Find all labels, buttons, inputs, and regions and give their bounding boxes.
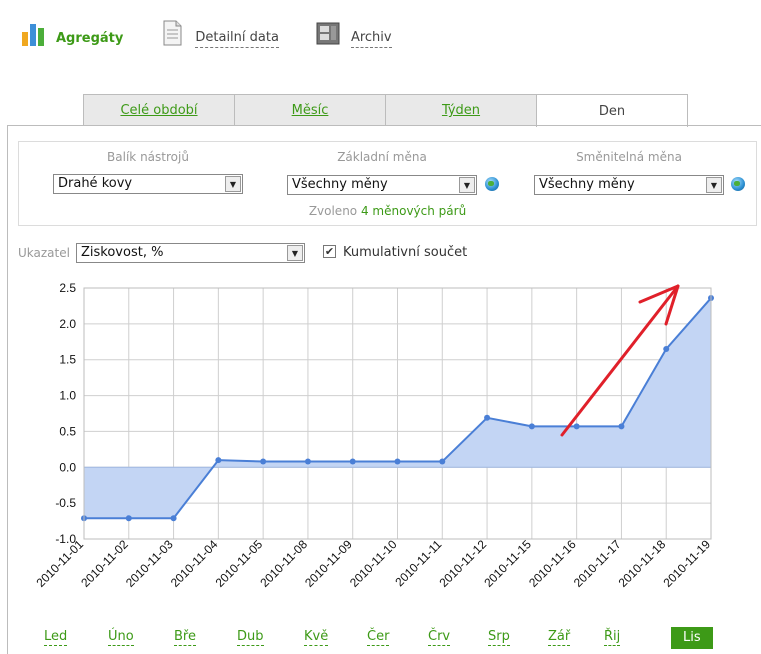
x-tick-label: 2010-11-17 (571, 537, 624, 590)
toolkit-column: Balík nástrojů (53, 142, 243, 164)
data-point (439, 458, 446, 465)
month-lis[interactable]: Lis (671, 627, 713, 649)
base-currency-select[interactable]: Všechny měny ▼ (287, 175, 477, 195)
data-point (215, 457, 222, 464)
data-point (573, 423, 580, 430)
data-point (484, 414, 491, 421)
month-crv[interactable]: Črv (428, 629, 451, 646)
y-tick-label: 2.0 (59, 317, 76, 331)
month-rij[interactable]: Řij (604, 629, 621, 646)
chevron-down-icon: ▼ (287, 245, 303, 261)
data-point (125, 515, 132, 522)
x-tick-label: 2010-11-09 (302, 537, 355, 590)
month-bre[interactable]: Bře (174, 629, 196, 646)
data-point (170, 515, 177, 522)
archive-icon (316, 22, 340, 45)
month-selector: Led Úno Bře Dub Kvě Čer Črv Srp Zář Řij … (0, 627, 761, 654)
globe-icon[interactable] (485, 177, 499, 191)
indicator-select[interactable]: Ziskovost, % ▼ (76, 243, 305, 263)
quote-currency-column: Směnitelná měna (534, 142, 724, 164)
quote-currency-select[interactable]: Všechny měny ▼ (534, 175, 724, 195)
x-tick-label: 2010-11-18 (616, 537, 669, 590)
x-tick-label: 2010-11-05 (213, 537, 266, 590)
y-tick-label: 1.5 (59, 353, 76, 367)
month-zar[interactable]: Zář (548, 629, 571, 646)
data-point (304, 458, 311, 465)
nav-detailed-data[interactable]: Detailní data (157, 18, 279, 48)
globe-icon[interactable] (731, 177, 745, 191)
month-led[interactable]: Led (44, 629, 68, 646)
selected-pairs-count[interactable]: 4 měnových párů (361, 204, 466, 218)
month-uno[interactable]: Úno (108, 629, 134, 646)
document-icon (163, 20, 182, 46)
month-srp[interactable]: Srp (488, 629, 510, 646)
selected-pairs-info: Zvoleno 4 měnových párů (308, 204, 467, 218)
month-cer[interactable]: Čer (367, 629, 390, 646)
tab-week[interactable]: Týden (385, 94, 537, 126)
cumulative-checkbox[interactable]: ✔ (323, 245, 336, 258)
tab-day[interactable]: Den (536, 94, 688, 127)
chevron-down-icon: ▼ (706, 177, 722, 193)
x-tick-label: 2010-11-08 (257, 537, 310, 590)
chevron-down-icon: ▼ (459, 177, 475, 193)
x-tick-label: 2010-11-19 (660, 537, 713, 590)
x-tick-label: 2010-11-12 (437, 537, 490, 590)
y-tick-label: -0.5 (55, 496, 76, 510)
x-tick-label: 2010-11-10 (347, 537, 400, 590)
x-tick-label: 2010-11-15 (481, 537, 534, 590)
x-tick-label: 2010-11-02 (78, 537, 131, 590)
quote-currency-label: Směnitelná měna (576, 150, 682, 164)
base-currency-label: Základní měna (337, 150, 427, 164)
x-tick-label: 2010-11-03 (123, 537, 176, 590)
nav-aggregates-label: Agregáty (56, 31, 124, 46)
month-kve[interactable]: Kvě (304, 629, 329, 646)
nav-archive-label: Archiv (350, 30, 392, 48)
bar-chart-icon (22, 24, 44, 46)
data-point (528, 423, 535, 430)
chevron-down-icon: ▼ (225, 176, 241, 192)
month-dub[interactable]: Dub (237, 629, 264, 646)
data-point (394, 458, 401, 465)
base-currency-column: Základní měna (287, 142, 477, 164)
filters-box: Balík nástrojů Drahé kovy ▼ Základní měn… (18, 141, 757, 226)
toolkit-label: Balík nástrojů (107, 150, 189, 164)
x-tick-label: 2010-11-16 (526, 537, 579, 590)
nav-archive[interactable]: Archiv (313, 18, 392, 48)
y-tick-label: 0.0 (59, 460, 76, 474)
tab-month[interactable]: Měsíc (234, 94, 386, 126)
nav-detailed-data-label: Detailní data (195, 30, 279, 48)
y-tick-label: 0.5 (59, 424, 76, 438)
x-tick-label: 2010-11-04 (168, 537, 221, 590)
nav-aggregates[interactable]: Agregáty (18, 18, 123, 48)
toolkit-select[interactable]: Drahé kovy ▼ (53, 174, 243, 194)
tab-whole-period[interactable]: Celé období (83, 94, 235, 126)
period-tabs: Celé období Měsíc Týden Den (83, 94, 688, 127)
y-tick-label: 2.5 (59, 281, 76, 295)
cumulative-label: Kumulativní součet (343, 245, 468, 260)
data-point (618, 423, 625, 430)
data-point (349, 458, 356, 465)
data-point (260, 458, 267, 465)
data-point (663, 345, 670, 352)
top-navigation: Agregáty Detailní data Archiv (18, 18, 426, 48)
indicator-label: Ukazatel (18, 246, 70, 260)
profitability-chart: 2.52.01.51.00.50.0-0.5-1.02010-11-012010… (33, 281, 714, 590)
y-tick-label: 1.0 (59, 389, 76, 403)
